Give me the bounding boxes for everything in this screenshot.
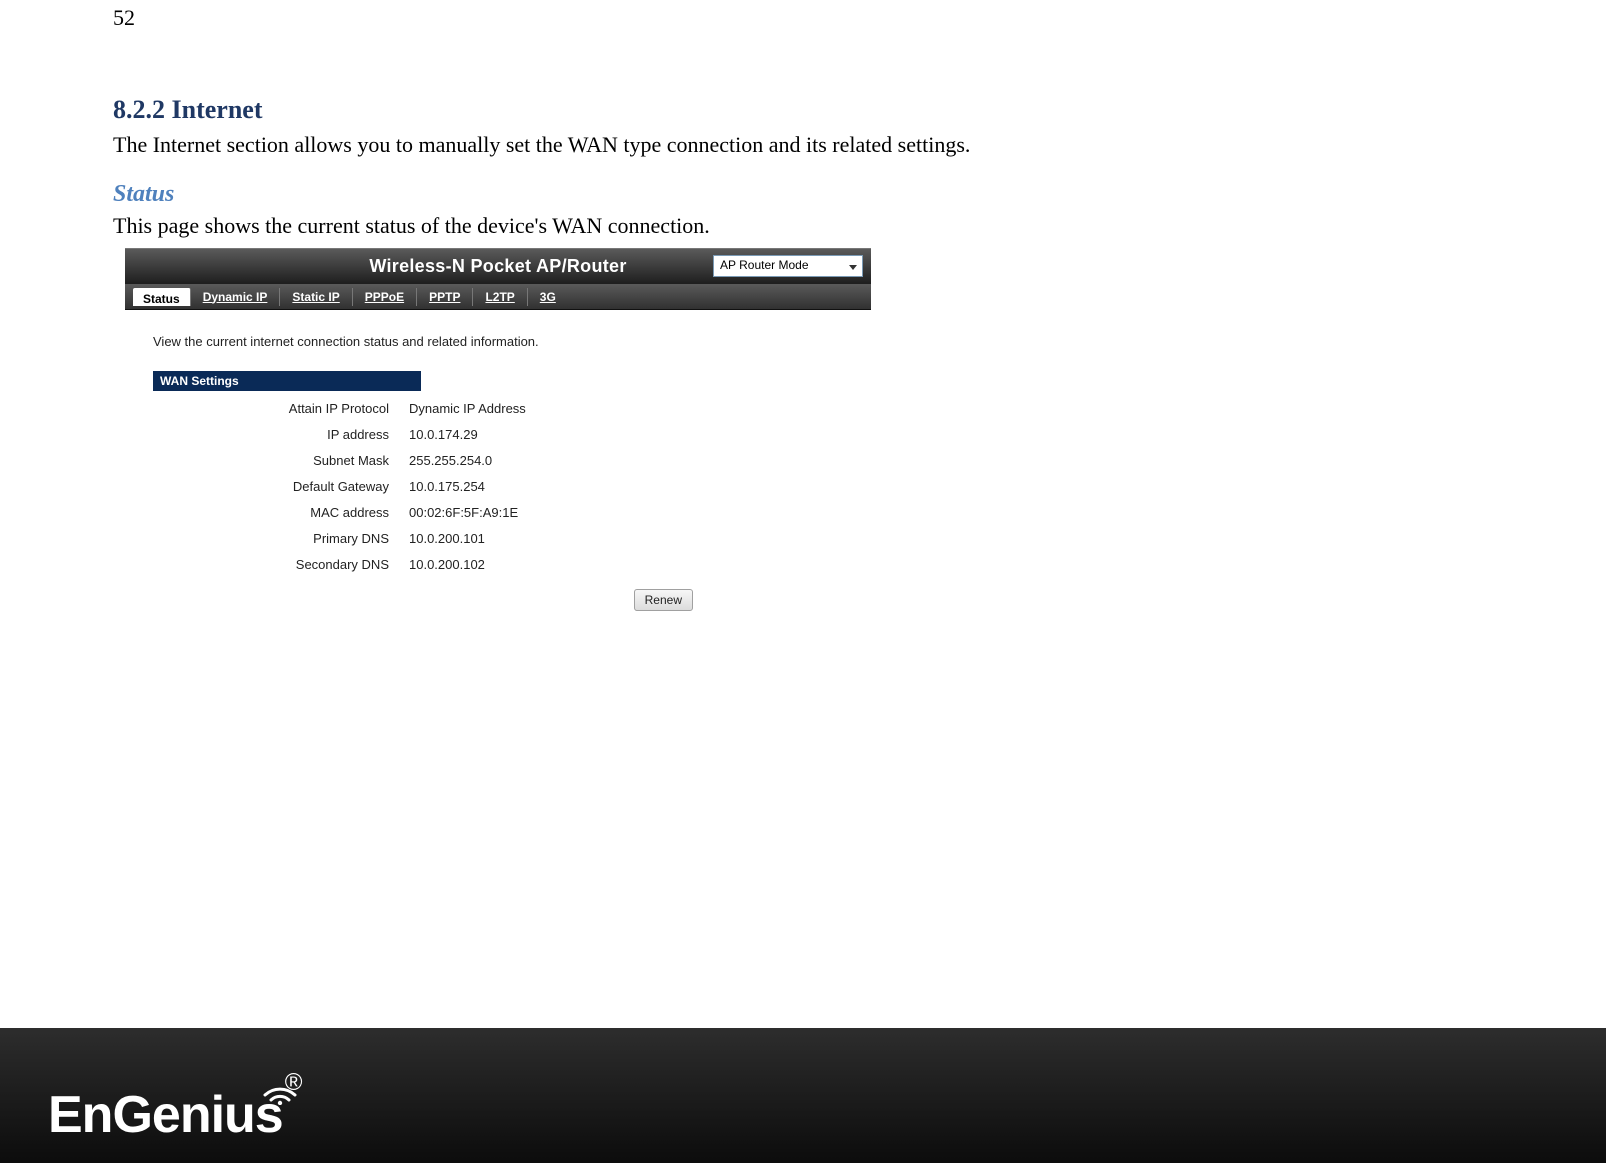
mode-select-value: AP Router Mode	[720, 258, 809, 272]
wan-settings-list: Attain IP Protocol Dynamic IP Address IP…	[153, 401, 855, 583]
table-row: Subnet Mask 255.255.254.0	[153, 453, 855, 479]
subsection-intro: This page shows the current status of th…	[113, 212, 1493, 240]
tab-l2tp[interactable]: L2TP	[473, 288, 527, 306]
tab-3g[interactable]: 3G	[528, 288, 568, 306]
tab-bar: Status Dynamic IP Static IP PPPoE PPTP L…	[125, 284, 871, 310]
ui-header: Wireless-N Pocket AP/Router AP Router Mo…	[125, 248, 871, 284]
ui-body-intro: View the current internet connection sta…	[153, 334, 855, 349]
section-intro: The Internet section allows you to manua…	[113, 131, 1493, 159]
brand-name: EnGenius	[48, 1086, 283, 1144]
row-label: IP address	[153, 427, 409, 442]
ui-body: View the current internet connection sta…	[125, 310, 871, 611]
row-value: 10.0.200.101	[409, 531, 485, 546]
router-ui-screenshot: Wireless-N Pocket AP/Router AP Router Mo…	[125, 248, 871, 611]
row-value: 10.0.174.29	[409, 427, 478, 442]
row-value: 10.0.175.254	[409, 479, 485, 494]
page-footer: EnGenius®	[0, 1028, 1606, 1163]
tab-status[interactable]: Status	[133, 288, 191, 306]
table-row: Primary DNS 10.0.200.101	[153, 531, 855, 557]
tab-pptp[interactable]: PPTP	[417, 288, 473, 306]
row-label: Secondary DNS	[153, 557, 409, 572]
document-body: 8.2.2 Internet The Internet section allo…	[113, 95, 1493, 261]
row-value: 255.255.254.0	[409, 453, 492, 468]
section-heading: 8.2.2 Internet	[113, 95, 1493, 125]
table-row: IP address 10.0.174.29	[153, 427, 855, 453]
renew-button[interactable]: Renew	[634, 589, 693, 611]
page-number: 52	[113, 5, 135, 31]
row-label: Primary DNS	[153, 531, 409, 546]
tab-dynamic-ip[interactable]: Dynamic IP	[191, 288, 281, 306]
subsection-heading: Status	[113, 181, 1493, 208]
registered-mark: ®	[285, 1069, 302, 1096]
row-value: 10.0.200.102	[409, 557, 485, 572]
row-label: Default Gateway	[153, 479, 409, 494]
button-row: Renew	[153, 589, 693, 611]
table-row: MAC address 00:02:6F:5F:A9:1E	[153, 505, 855, 531]
tab-static-ip[interactable]: Static IP	[280, 288, 352, 306]
table-row: Attain IP Protocol Dynamic IP Address	[153, 401, 855, 427]
mode-select[interactable]: AP Router Mode	[713, 255, 863, 277]
table-row: Secondary DNS 10.0.200.102	[153, 557, 855, 583]
table-row: Default Gateway 10.0.175.254	[153, 479, 855, 505]
wan-settings-header: WAN Settings	[153, 371, 421, 391]
row-value: 00:02:6F:5F:A9:1E	[409, 505, 518, 520]
row-value: Dynamic IP Address	[409, 401, 526, 416]
row-label: Attain IP Protocol	[153, 401, 409, 416]
brand-logo: EnGenius®	[48, 1089, 301, 1141]
row-label: MAC address	[153, 505, 409, 520]
row-label: Subnet Mask	[153, 453, 409, 468]
tab-pppoe[interactable]: PPPoE	[353, 288, 417, 306]
